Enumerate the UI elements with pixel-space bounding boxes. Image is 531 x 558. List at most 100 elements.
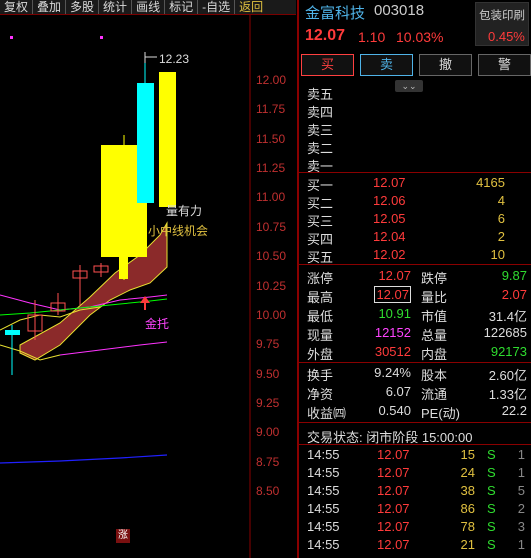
kline-svg — [0, 15, 251, 558]
candle-cyan — [137, 83, 154, 203]
order-book-sell-row: 卖二 — [299, 138, 531, 156]
order-price: 12.05 — [373, 211, 406, 226]
tick-volume: 86 — [460, 501, 475, 516]
fundamental-value: 22.2 — [501, 403, 527, 418]
divider — [299, 362, 531, 363]
limit-up-badge: 涨 — [116, 529, 130, 543]
tick-price: 12.07 — [377, 465, 410, 480]
tick-price: 12.07 — [377, 447, 410, 462]
fundamental-value: 0.540 — [378, 403, 411, 418]
tick-side: S — [487, 537, 496, 552]
cancel-order-button[interactable]: 撤 — [419, 54, 472, 76]
toolbar-button-adjust[interactable]: 复权 — [0, 0, 34, 14]
y-tick: 11.75 — [256, 102, 286, 116]
quote-label: 现量 — [307, 328, 334, 343]
quote-value: 12.07 — [378, 268, 411, 283]
y-tick: 11.00 — [256, 190, 286, 204]
order-book-buy-row[interactable]: 买三 12.05 6 — [299, 211, 531, 229]
order-book-buy-row[interactable]: 买五 12.02 10 — [299, 247, 531, 265]
order-label: 买四 — [307, 232, 334, 247]
tick-row: 14:55 12.07 21 S 1 — [299, 537, 531, 555]
toolbar-button-stats[interactable]: 统计 — [99, 0, 133, 14]
candle-yellow-tail — [119, 257, 128, 279]
high-price-label: 12.23 — [159, 52, 190, 66]
order-label: 买三 — [307, 214, 334, 229]
trade-button-bar: 买 卖 撤 警 — [301, 54, 531, 76]
quote-row: 涨停 12.07 跌停 9.87 — [299, 268, 531, 287]
stock-code: 003018 — [374, 2, 425, 19]
toolbar-button-remove-watchlist[interactable]: -自选 — [198, 0, 236, 14]
tick-row: 14:55 12.07 86 S 2 — [299, 501, 531, 519]
quote-label: 内盘 — [421, 347, 448, 362]
divider — [299, 172, 531, 173]
toolbar-button-multi-stock[interactable]: 多股 — [66, 0, 100, 14]
order-book-buy-row[interactable]: 买二 12.06 4 — [299, 193, 531, 211]
tick-price: 12.07 — [377, 483, 410, 498]
fundamental-row: 收益㈣ 0.540 PE(动) 22.2 — [299, 403, 531, 422]
chart-toolbar: 复权 叠加 多股 统计 画线 标记 -自选 返回 — [0, 0, 296, 15]
tick-side: S — [487, 447, 496, 462]
order-volume: 2 — [497, 229, 505, 244]
quote-value: 2.07 — [501, 287, 527, 302]
order-book-sell-row: 卖三 — [299, 120, 531, 138]
tick-count: 1 — [517, 537, 525, 552]
quote-value: 9.87 — [501, 268, 527, 283]
marker-dot — [100, 36, 103, 39]
toolbar-button-draw-line[interactable]: 画线 — [132, 0, 166, 14]
ma-line-blue — [0, 454, 168, 464]
quote-label: 总量 — [421, 328, 448, 343]
order-label: 买二 — [307, 196, 334, 211]
tick-count: 1 — [517, 447, 525, 462]
candle-yellow-tall — [159, 72, 176, 207]
sector-box[interactable]: 包装印刷 0.45% — [475, 2, 529, 46]
y-tick: 12.00 — [256, 73, 287, 87]
tick-volume: 78 — [460, 519, 475, 534]
y-tick: 9.75 — [256, 337, 280, 351]
fundamental-label: 收益㈣ — [307, 406, 347, 421]
annotation-volume-strong: 量有力 — [166, 204, 203, 218]
quote-label: 量比 — [421, 290, 448, 305]
toolbar-button-mark[interactable]: 标记 — [165, 0, 199, 14]
y-tick: 10.75 — [256, 220, 287, 234]
tick-time: 14:55 — [307, 537, 340, 552]
fundamental-label: 换手 — [307, 368, 334, 383]
sell-button[interactable]: 卖 — [360, 54, 413, 76]
tick-row: 14:55 12.07 24 S 1 — [299, 465, 531, 483]
quote-value: 31.4亿 — [488, 309, 527, 324]
tick-price: 12.07 — [377, 519, 410, 534]
sector-name: 包装印刷 — [479, 10, 525, 22]
tick-count: 2 — [517, 501, 525, 516]
order-label: 卖三 — [307, 123, 334, 138]
quote-row: 现量 12152 总量 122685 — [299, 325, 531, 344]
fundamental-label: 股本 — [421, 368, 448, 383]
order-volume: 4165 — [476, 175, 505, 190]
sector-change: 0.45% — [488, 29, 525, 44]
y-tick: 8.50 — [256, 484, 280, 498]
fundamental-label: 净资 — [307, 387, 334, 402]
quote-label: 外盘 — [307, 347, 334, 362]
alert-button[interactable]: 警 — [478, 54, 531, 76]
order-price: 12.04 — [373, 229, 406, 244]
toolbar-button-overlay[interactable]: 叠加 — [33, 0, 67, 14]
fundamental-value: 2.60亿 — [488, 368, 527, 383]
kline-chart[interactable]: 12.00 11.75 11.50 11.25 11.00 10.75 10.5… — [0, 15, 296, 558]
quote-label: 最低 — [307, 309, 334, 324]
quote-label: 最高 — [307, 290, 334, 305]
toolbar-button-back[interactable]: 返回 — [235, 0, 267, 14]
fundamental-row: 换手 9.24% 股本 2.60亿 — [299, 365, 531, 384]
quote-value: 122685 — [483, 325, 527, 340]
quote-label: 跌停 — [421, 271, 448, 286]
order-volume: 6 — [497, 211, 505, 226]
candle — [5, 330, 20, 335]
order-book-buy-row[interactable]: 买四 12.04 2 — [299, 229, 531, 247]
fundamental-value: 6.07 — [385, 384, 411, 399]
price-change: 1.10 — [358, 29, 386, 45]
buy-button[interactable]: 买 — [301, 54, 354, 76]
order-book-buy-row[interactable]: 买一 12.07 4165 — [299, 175, 531, 193]
tick-time: 14:55 — [307, 519, 340, 534]
divider — [299, 264, 531, 265]
tick-row: 14:55 12.07 38 S 5 — [299, 483, 531, 501]
tick-price: 12.07 — [377, 501, 410, 516]
quote-row: 外盘 30512 内盘 92173 — [299, 344, 531, 363]
fundamental-value: 1.33亿 — [488, 387, 527, 402]
